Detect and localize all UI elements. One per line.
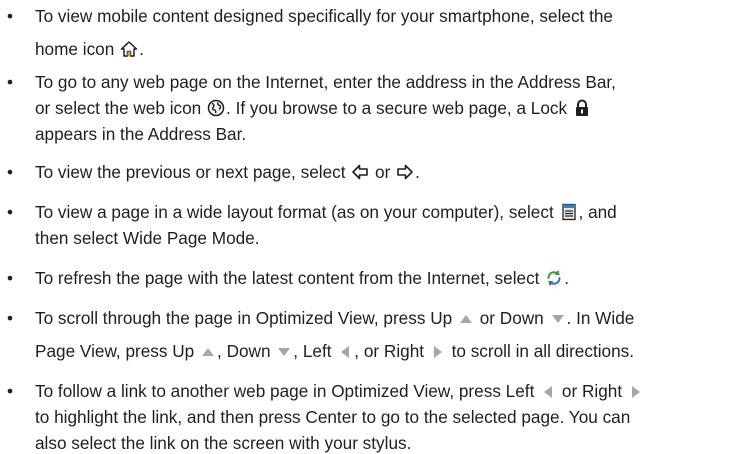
up-triangle-icon bbox=[201, 345, 215, 359]
down-triangle-icon bbox=[277, 345, 291, 359]
bullet: • bbox=[6, 381, 14, 401]
line: To view mobile content designed specific… bbox=[35, 6, 613, 26]
bullet: • bbox=[6, 72, 14, 92]
line: appears in the Address Bar. bbox=[35, 124, 247, 144]
line: To follow a link to another web page in … bbox=[35, 381, 645, 402]
line: To go to any web page on the Internet, e… bbox=[35, 72, 616, 92]
left-triangle-icon bbox=[338, 345, 352, 359]
forward-arrow-icon bbox=[396, 163, 414, 181]
line: to highlight the link, and then press Ce… bbox=[35, 407, 631, 427]
bullet: • bbox=[6, 162, 14, 182]
right-triangle-icon bbox=[431, 345, 445, 359]
line: To scroll through the page in Optimized … bbox=[35, 308, 635, 328]
back-arrow-icon bbox=[351, 163, 369, 181]
line: or select the web icon . If you browse t… bbox=[35, 98, 592, 119]
line: then select Wide Page Mode. bbox=[35, 228, 260, 248]
bullet: • bbox=[6, 308, 14, 328]
instruction-document: • To view mobile content designed specif… bbox=[0, 0, 732, 453]
left-triangle-icon bbox=[541, 385, 555, 399]
line: home icon . bbox=[35, 39, 144, 59]
bullet: • bbox=[6, 202, 14, 222]
bullet: • bbox=[6, 268, 14, 288]
right-triangle-icon bbox=[629, 385, 643, 399]
refresh-icon bbox=[545, 269, 563, 287]
lock-icon bbox=[573, 99, 591, 117]
line: To view the previous or next page, selec… bbox=[35, 162, 420, 182]
line: also select the link on the screen with … bbox=[35, 433, 412, 453]
line: To view a page in a wide layout format (… bbox=[35, 202, 617, 222]
web-globe-icon bbox=[207, 99, 225, 117]
home-icon bbox=[120, 40, 138, 58]
down-triangle-icon bbox=[551, 312, 565, 326]
bullet: • bbox=[6, 6, 14, 26]
line: Page View, press Up , Down , Left , or R… bbox=[35, 341, 635, 361]
line: To refresh the page with the latest cont… bbox=[35, 268, 570, 288]
menu-icon bbox=[560, 203, 578, 221]
up-triangle-icon bbox=[459, 312, 473, 326]
